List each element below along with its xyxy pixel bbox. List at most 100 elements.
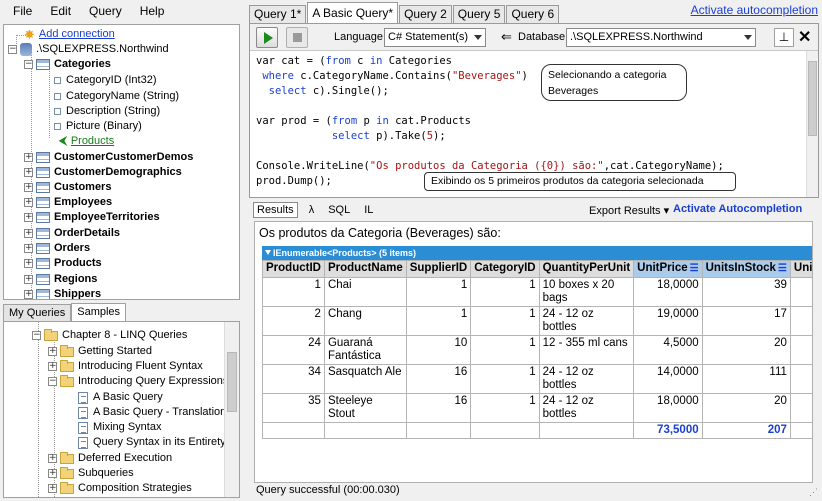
table-node[interactable]: + Regions (24, 272, 97, 287)
products-relation-link[interactable]: Products (71, 134, 114, 149)
tab-sql[interactable]: SQL (325, 203, 353, 217)
editor-scrollbar[interactable] (806, 51, 818, 197)
expand-icon[interactable]: + (24, 198, 33, 207)
collapse-icon[interactable]: − (48, 377, 57, 386)
run-button[interactable] (256, 27, 278, 48)
collapse-icon[interactable]: − (32, 331, 41, 340)
close-icon[interactable]: ✕ (798, 27, 811, 47)
sample-query[interactable]: A Basic Query - Translation (78, 405, 226, 420)
column-header[interactable]: UnitsOn (789, 260, 812, 278)
query-toolbar: Language C# Statement(s) ⇐ Database .\SQ… (250, 24, 818, 51)
export-results-button[interactable]: Export Results ▾ (589, 204, 669, 217)
activate-autocompletion-button[interactable]: Activate Autocompletion (673, 203, 802, 215)
tab-results[interactable]: Results (253, 202, 298, 218)
column-node[interactable]: CategoryID (Int32) (54, 73, 156, 88)
expand-icon[interactable]: + (24, 183, 33, 192)
add-connection-row[interactable]: ✸ Add connection (24, 27, 115, 42)
scrollbar-thumb[interactable] (227, 352, 237, 412)
sample-folder[interactable]: + Subqueries (48, 466, 134, 481)
server-node[interactable]: − .\SQLEXPRESS.Northwind (8, 42, 169, 57)
expand-icon[interactable]: + (24, 213, 33, 222)
sample-query-selected[interactable]: A Basic Query (78, 390, 163, 405)
table-node[interactable]: + Shippers (24, 287, 101, 299)
result-grid-header[interactable]: IEnumerable<Products> (5 items) (262, 246, 812, 260)
collapse-icon[interactable]: − (24, 60, 33, 69)
column-node[interactable]: Picture (Binary) (54, 119, 142, 134)
column-header[interactable]: ProductID (262, 260, 325, 278)
sample-folder-query-expressions[interactable]: − Introducing Query Expressions (48, 374, 228, 389)
table-node[interactable]: + Customers (24, 180, 111, 195)
expand-icon[interactable]: + (48, 362, 57, 371)
sample-query[interactable]: Query Syntax in its Entirety (78, 435, 226, 450)
language-select[interactable]: C# Statement(s) (384, 28, 486, 47)
tab-query-2[interactable]: Query 2 (399, 5, 452, 23)
column-header-numeric[interactable]: UnitsInStock ☰ (701, 260, 791, 278)
table-node[interactable]: + Employees (24, 195, 112, 210)
column-header[interactable]: SupplierID (405, 260, 472, 278)
column-header[interactable]: ProductName (323, 260, 407, 278)
expand-icon[interactable]: + (24, 168, 33, 177)
expand-icon[interactable]: + (24, 153, 33, 162)
table-node[interactable]: + Orders (24, 241, 90, 256)
sample-folder[interactable]: + Deferred Execution (48, 451, 172, 466)
database-value: .\SQLEXPRESS.Northwind (570, 31, 703, 43)
tab-query-1[interactable]: Query 1* (249, 5, 307, 23)
total-unitsinstock: 207 (701, 422, 791, 439)
results-panel: Os produtos da Categoria (Beverages) são… (254, 221, 813, 483)
column-header[interactable]: QuantityPerUnit (538, 260, 635, 278)
expand-icon[interactable]: + (24, 259, 33, 268)
sample-query[interactable]: Mixing Syntax (78, 420, 161, 435)
expand-icon[interactable]: + (48, 347, 57, 356)
expand-icon[interactable]: + (48, 454, 57, 463)
tab-query-5[interactable]: Query 5 (452, 5, 506, 23)
add-connection-link[interactable]: Add connection (39, 27, 115, 42)
column-header[interactable]: CategoryID (470, 260, 540, 278)
table-node[interactable]: + OrderDetails (24, 226, 120, 241)
connection-tree: ✸ Add connection − .\SQLEXPRESS.Northwin… (3, 24, 240, 300)
menu-help[interactable]: Help (131, 0, 174, 22)
column-node[interactable]: Description (String) (54, 104, 160, 119)
column-node[interactable]: CategoryName (String) (54, 89, 179, 104)
tab-query-6[interactable]: Query 6 (506, 5, 560, 23)
pin-icon[interactable]: ⊥ (774, 28, 794, 47)
collapse-triangle-icon[interactable] (265, 250, 271, 255)
database-select[interactable]: .\SQLEXPRESS.Northwind (566, 28, 756, 47)
tab-my-queries[interactable]: My Queries (3, 304, 72, 322)
table-node[interactable]: + CustomerCustomerDemos (24, 150, 193, 165)
menu-file[interactable]: File (4, 0, 41, 22)
sample-folder[interactable]: + Introducing Fluent Syntax (48, 359, 203, 374)
server-label: .\SQLEXPRESS.Northwind (36, 43, 169, 55)
table-row: 34 Sasquatch Ale 16 1 24 - 12 oz bottles 14,0… (262, 364, 812, 394)
expand-icon[interactable]: + (24, 244, 33, 253)
expand-icon[interactable]: + (48, 484, 57, 493)
sample-folder-chapter8[interactable]: − Chapter 8 - LINQ Queries (32, 328, 187, 343)
collapse-icon[interactable]: − (8, 45, 17, 54)
table-node-categories[interactable]: − Categories (24, 57, 111, 72)
sample-folder[interactable]: + Getting Started (48, 344, 152, 359)
expand-icon[interactable]: + (48, 469, 57, 478)
sum-icon[interactable]: ☰ (778, 263, 787, 274)
expand-icon[interactable]: + (24, 229, 33, 238)
sample-label: Mixing Syntax (93, 421, 162, 433)
table-row: 2 Chang 1 1 24 - 12 oz bottles 19,0000 17 (262, 306, 812, 336)
sum-icon[interactable]: ☰ (690, 263, 699, 274)
menu-edit[interactable]: Edit (41, 0, 80, 22)
stop-button[interactable] (286, 27, 308, 48)
samples-scrollbar[interactable] (224, 322, 239, 497)
column-header-numeric[interactable]: UnitPrice ☰ (633, 260, 703, 278)
tab-il[interactable]: IL (361, 203, 376, 217)
relation-node-products[interactable]: ⮜ Products (59, 134, 114, 149)
resize-grip-icon[interactable]: ⋰ (809, 487, 818, 498)
table-node[interactable]: + EmployeeTerritories (24, 210, 160, 225)
tab-lambda[interactable]: λ (306, 203, 318, 217)
sample-folder[interactable]: + Composition Strategies (48, 481, 192, 496)
table-node[interactable]: + CustomerDemographics (24, 165, 182, 180)
expand-icon[interactable]: + (24, 275, 33, 284)
tab-samples[interactable]: Samples (71, 303, 127, 322)
scrollbar-thumb[interactable] (808, 61, 817, 136)
tab-a-basic-query[interactable]: A Basic Query* (307, 2, 399, 23)
menu-query[interactable]: Query (80, 0, 131, 22)
table-node[interactable]: + Products (24, 256, 102, 271)
activate-autocompletion-link[interactable]: Activate autocompletion (691, 3, 818, 17)
expand-icon[interactable]: + (24, 290, 33, 299)
